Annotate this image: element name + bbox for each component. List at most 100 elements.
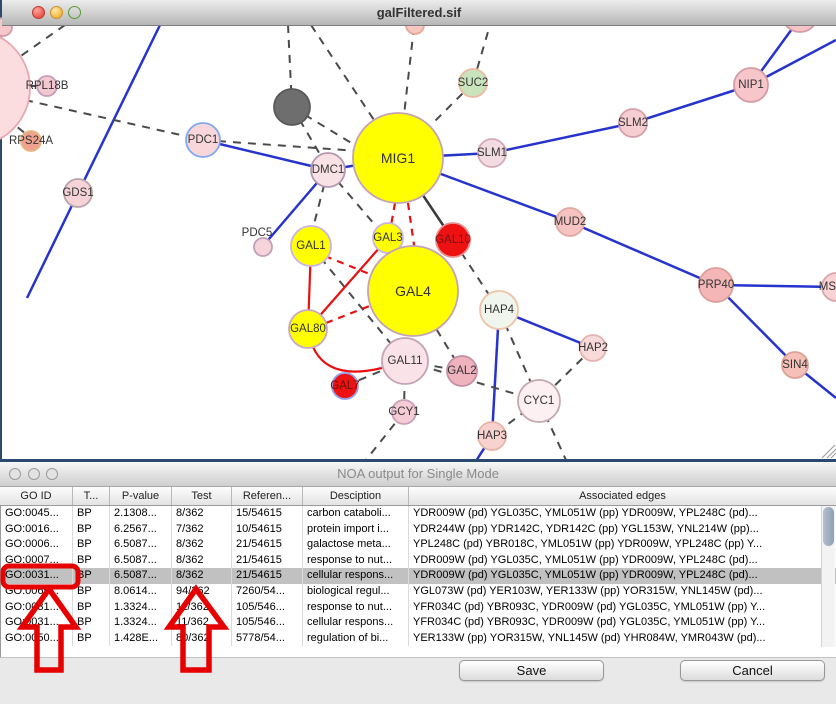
table-cell: BP (73, 631, 110, 647)
table-row[interactable]: GO:0016...BP6.2567...7/36210/54615protei… (1, 522, 836, 538)
node-label: HAP4 (484, 304, 515, 316)
table-cell: GO:0031... (1, 600, 73, 616)
table-cell: 7260/54... (232, 584, 303, 600)
node-label: HAP3 (477, 430, 507, 442)
table-cell: YGL073W (pd) YER103W, YER133W (pp) YOR31… (409, 584, 836, 600)
table-cell: cellular respons... (303, 615, 409, 631)
table-row[interactable]: GO:0006...BP6.5087...8/36221/54615galact… (1, 537, 836, 553)
table-cell: GO:0050... (1, 631, 73, 647)
node-label: HAP2 (578, 342, 608, 354)
table-cell: 105/546... (232, 615, 303, 631)
table-cell: 6.5087... (110, 537, 172, 553)
column-header[interactable]: GO ID (0, 487, 73, 505)
table-body: GO:0045...BP2.1308...8/36215/54615carbon… (0, 506, 836, 657)
node-label: MSI (819, 281, 836, 293)
table-cell: 5778/54... (232, 631, 303, 647)
network-canvas[interactable]: RPL18BRPS24AGDS1PDC1DMC1MIG1SUC2SLM1SLM2… (0, 0, 836, 459)
table-row[interactable]: GO:0050...BP1.428E...80/3625778/54...reg… (1, 631, 836, 647)
table-cell: 7/362 (172, 522, 232, 538)
save-button[interactable]: Save (459, 660, 604, 681)
column-header[interactable]: P-value (110, 487, 172, 505)
table-cell: BP (73, 522, 110, 538)
table-cell: GO:0065... (1, 584, 73, 600)
table-cell: 11/362 (172, 600, 232, 616)
network-window: RPL18BRPS24AGDS1PDC1DMC1MIG1SUC2SLM1SLM2… (0, 0, 836, 459)
table-cell: GO:0007... (1, 553, 73, 569)
node-label: PRP40 (698, 279, 734, 291)
table-cell: 2.1308... (110, 506, 172, 522)
table-row[interactable]: GO:0031...BP6.5087...8/36221/54615cellul… (1, 568, 836, 584)
table-cell: 6.5087... (110, 568, 172, 584)
column-header[interactable]: Referen... (232, 487, 303, 505)
table-cell: YFR034C (pd) YBR093C, YDR009W (pd) YGL03… (409, 600, 836, 616)
table-cell: 105/546... (232, 600, 303, 616)
node-label: SUC2 (458, 77, 489, 89)
table-cell: protein import i... (303, 522, 409, 538)
column-header[interactable]: Associated edges (409, 487, 836, 505)
node-label: PDC1 (188, 134, 219, 146)
table-cell: 8/362 (172, 568, 232, 584)
table-cell: 94/362 (172, 584, 232, 600)
node-label: MUD2 (554, 216, 587, 228)
table-cell: 10/54615 (232, 522, 303, 538)
table-cell: BP (73, 568, 110, 584)
node-PDC5[interactable] (254, 238, 272, 256)
table-cell: YDR009W (pd) YGL035C, YML051W (pp) YDR00… (409, 506, 836, 522)
table-cell: cellular respons... (303, 568, 409, 584)
node-label: GAL4 (395, 283, 431, 299)
table-cell: 11/362 (172, 615, 232, 631)
scrollbar-thumb[interactable] (823, 507, 834, 546)
table-cell: response to nut... (303, 553, 409, 569)
button-bar: Save Cancel (0, 657, 836, 704)
table-row[interactable]: GO:0065...BP8.0614...94/3627260/54...bio… (1, 584, 836, 600)
table-cell: GO:0016... (1, 522, 73, 538)
table-row[interactable]: GO:0031...BP1.3324...11/362105/546...res… (1, 600, 836, 616)
node-label: PDC5 (242, 227, 273, 239)
node-label: GAL10 (435, 234, 471, 246)
node-label: SIN4 (782, 359, 808, 371)
table-cell: 80/362 (172, 631, 232, 647)
table-cell: 8/362 (172, 537, 232, 553)
table-cell: BP (73, 600, 110, 616)
table-cell: 21/54615 (232, 568, 303, 584)
window-title: galFiltered.sif (2, 0, 836, 25)
node-label: GAL3 (373, 232, 402, 244)
node-label: RPS24A (9, 135, 53, 147)
node-label: SLM1 (477, 147, 507, 159)
node-label: CYC1 (524, 395, 555, 407)
table-rows: GO:0045...BP2.1308...8/36215/54615carbon… (1, 506, 836, 646)
table-cell: YDR009W (pd) YGL035C, YML051W (pp) YDR00… (409, 568, 836, 584)
column-header[interactable]: T... (73, 487, 110, 505)
noa-output-window: NOA output for Single Mode GO IDT...P-va… (0, 462, 836, 704)
table-cell: 21/54615 (232, 537, 303, 553)
column-header[interactable]: Test (172, 487, 232, 505)
table-cell: YFR034C (pd) YBR093C, YDR009W (pd) YGL03… (409, 615, 836, 631)
node-label: MIG1 (381, 150, 415, 166)
node-unlabeled[interactable] (274, 89, 310, 125)
node-label: DMC1 (312, 164, 345, 176)
table-row[interactable]: GO:0031...BP1.3324...11/362105/546...cel… (1, 615, 836, 631)
table-row[interactable]: GO:0045...BP2.1308...8/36215/54615carbon… (1, 506, 836, 522)
table-cell: 1.428E... (110, 631, 172, 647)
table-row[interactable]: GO:0007...BP6.5087...8/36221/54615respon… (1, 553, 836, 569)
node-label: RPL18B (26, 80, 69, 92)
table-cell: GO:0045... (1, 506, 73, 522)
table-cell: BP (73, 506, 110, 522)
vertical-scrollbar[interactable] (821, 506, 835, 647)
network-titlebar[interactable]: galFiltered.sif (2, 0, 836, 26)
table-cell: biological regul... (303, 584, 409, 600)
column-header[interactable]: Desciption (303, 487, 409, 505)
table-cell: BP (73, 615, 110, 631)
network-pane[interactable] (2, 0, 836, 459)
noa-titlebar[interactable]: NOA output for Single Mode (0, 462, 836, 487)
node-label: GAL11 (388, 355, 423, 367)
node-label: GAL2 (447, 365, 476, 377)
node-label: GAL1 (296, 240, 325, 252)
node-label: NIP1 (738, 79, 764, 91)
node-label: GDS1 (62, 187, 93, 199)
table-cell: response to nut... (303, 600, 409, 616)
cancel-button[interactable]: Cancel (680, 660, 825, 681)
table-cell: GO:0031... (1, 568, 73, 584)
table-cell: 8/362 (172, 553, 232, 569)
table-cell: 21/54615 (232, 553, 303, 569)
